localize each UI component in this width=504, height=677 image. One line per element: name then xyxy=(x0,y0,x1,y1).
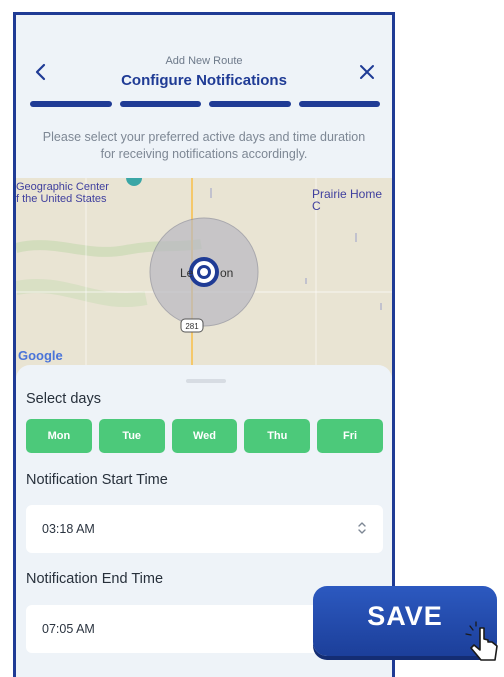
select-days-label: Select days xyxy=(26,391,101,407)
map-place-label: Geographic Center f the United States xyxy=(16,181,109,205)
map-city-label-left: Le xyxy=(180,266,194,280)
progress-step xyxy=(209,101,291,107)
start-time-label: Notification Start Time xyxy=(26,472,168,488)
start-time-field[interactable]: 03:18 AM xyxy=(26,505,383,553)
page-title: Configure Notifications xyxy=(121,72,287,89)
progress-step xyxy=(298,101,380,107)
day-selector: Mon Tue Wed Thu Fri xyxy=(26,419,383,453)
route-shield-label: 281 xyxy=(185,322,199,331)
intro-text: Please select your preferred active days… xyxy=(42,130,366,161)
day-fri-button[interactable]: Fri xyxy=(317,419,383,453)
close-icon xyxy=(360,65,374,79)
start-time-value: 03:18 AM xyxy=(42,522,95,536)
page-subtitle: Add New Route xyxy=(165,55,243,67)
phone-frame: Add New Route Configure Notifications Pl… xyxy=(13,12,395,677)
day-wed-button[interactable]: Wed xyxy=(171,419,238,453)
header: Add New Route Configure Notifications xyxy=(16,15,392,125)
progress-step xyxy=(119,101,201,107)
day-tue-button[interactable]: Tue xyxy=(98,419,165,453)
day-mon-button[interactable]: Mon xyxy=(26,419,92,453)
sheet-handle[interactable] xyxy=(186,379,226,383)
close-button[interactable] xyxy=(356,61,378,83)
end-time-value: 07:05 AM xyxy=(42,622,95,636)
end-time-label: Notification End Time xyxy=(26,571,164,587)
map-view[interactable]: 281 Geographic Center f the United State… xyxy=(16,178,392,378)
pointer-cursor-icon xyxy=(465,621,498,661)
google-logo: Google xyxy=(18,348,63,363)
map-place-right: Prairie Home C xyxy=(312,187,383,213)
progress-step xyxy=(30,101,112,107)
progress-steps xyxy=(30,101,380,107)
chevron-updown-icon xyxy=(357,520,367,536)
day-thu-button[interactable]: Thu xyxy=(244,419,311,453)
map-city-label-right: on xyxy=(220,266,234,280)
